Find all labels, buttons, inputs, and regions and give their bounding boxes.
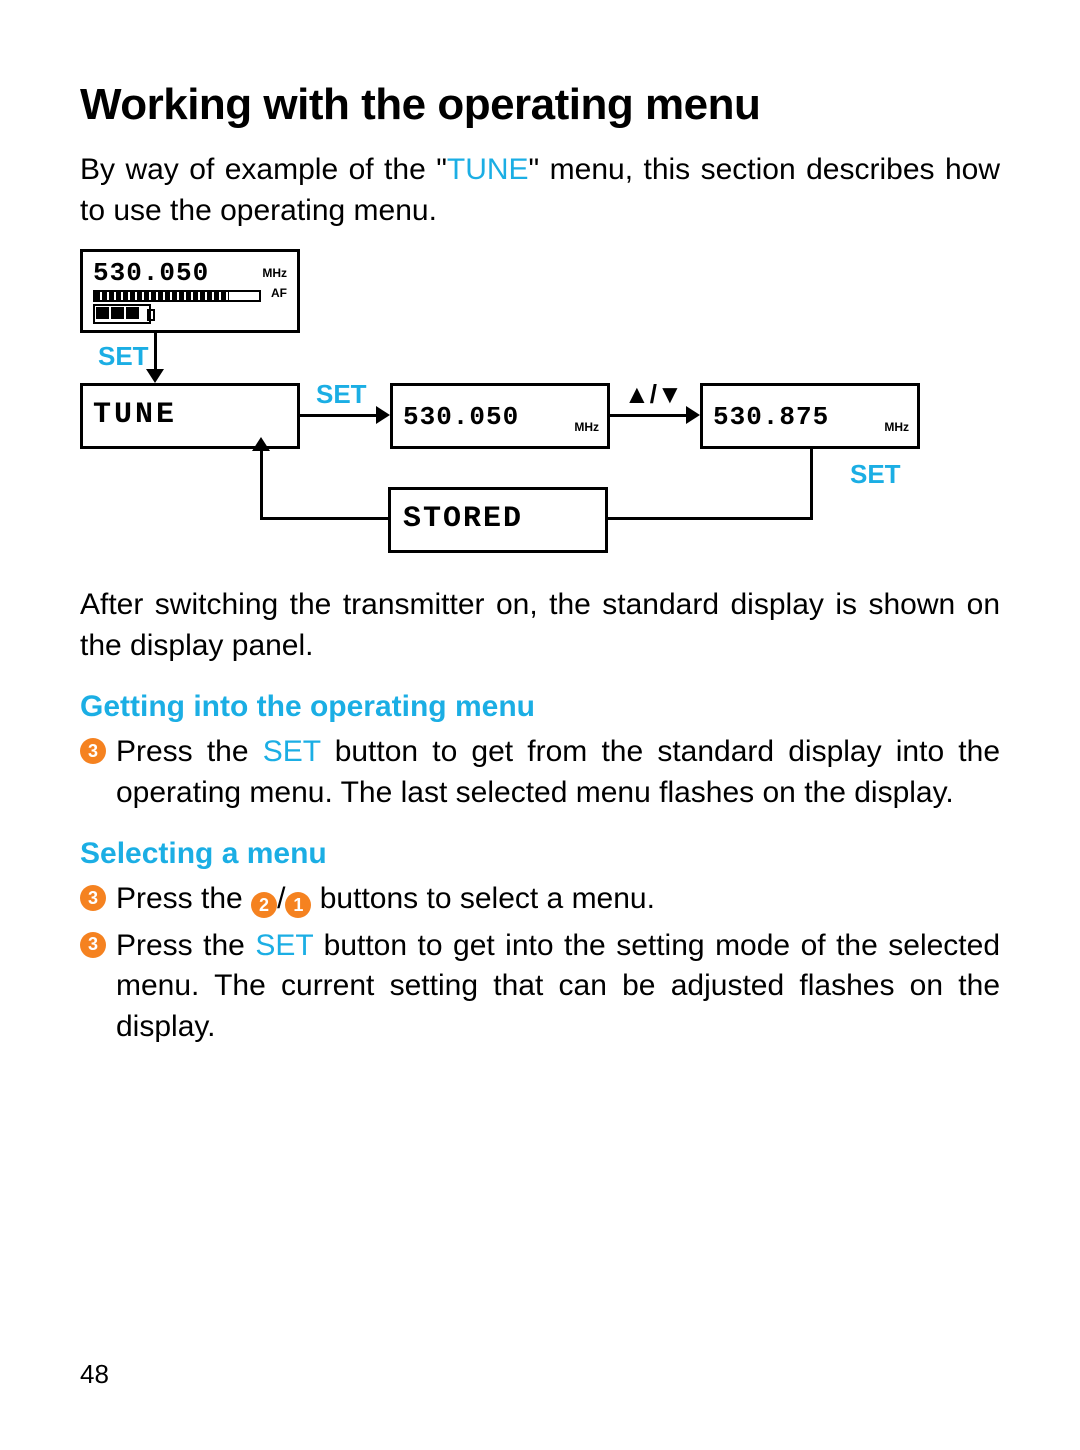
- step-badge-3: 3: [80, 738, 106, 764]
- diagram-top-unit: MHz: [262, 266, 287, 280]
- section2-step1: 3 Press the 2/1 buttons to select a menu…: [80, 879, 1000, 920]
- s2a-slash: /: [277, 882, 285, 915]
- s2b-pre: Press the: [116, 929, 255, 962]
- s1-pre: Press the: [116, 735, 263, 768]
- diagram-stored-box: STORED: [388, 487, 608, 553]
- s2a-pre: Press the: [116, 882, 251, 915]
- diagram-freq1-box: 530.050 MHz: [390, 383, 610, 449]
- diagram-standard-display: 530.050 MHz AF: [80, 249, 300, 333]
- intro-paragraph: By way of example of the "TUNE" menu, th…: [80, 150, 1000, 231]
- diagram-stored-text: STORED: [403, 502, 523, 536]
- diagram-tune-text: TUNE: [93, 398, 177, 432]
- s2a-post: buttons to select a menu.: [311, 882, 655, 915]
- section2-heading: Selecting a menu: [80, 837, 1000, 871]
- diagram-set-label-3: SET: [850, 459, 901, 490]
- page-number: 48: [80, 1359, 109, 1390]
- diagram-freq2-box: 530.875 MHz: [700, 383, 920, 449]
- diagram-freq2: 530.875: [713, 402, 829, 432]
- diagram-battery-icon: [93, 304, 151, 324]
- diagram-af-label: AF: [271, 286, 287, 300]
- s1-set: SET: [263, 735, 321, 768]
- section2-step2: 3 Press the SET button to get into the s…: [80, 926, 1000, 1048]
- diagram-set-label-2: SET: [316, 379, 367, 410]
- step-badge-3c: 3: [80, 932, 106, 958]
- diagram-freq2-unit: MHz: [884, 420, 909, 434]
- diagram-updown-label: ▲/▼: [624, 379, 683, 410]
- page-title: Working with the operating menu: [80, 80, 1000, 130]
- intro-tune: TUNE: [447, 153, 529, 186]
- intro-pre: By way of example of the ": [80, 153, 447, 186]
- inline-badge-1: 1: [285, 892, 311, 918]
- step-badge-3b: 3: [80, 885, 106, 911]
- after-diagram-paragraph: After switching the transmitter on, the …: [80, 585, 1000, 666]
- diagram-freq1-unit: MHz: [574, 420, 599, 434]
- diagram-top-freq: 530.050: [93, 258, 209, 288]
- section1-heading: Getting into the operating menu: [80, 690, 1000, 724]
- operating-menu-diagram: 530.050 MHz AF SET TUNE SET 530.050 MHz: [80, 249, 1000, 559]
- diagram-set-label-1: SET: [98, 341, 149, 372]
- s2b-set: SET: [255, 929, 313, 962]
- diagram-af-bar: [93, 290, 261, 302]
- section1-step: 3 Press the SET button to get from the s…: [80, 732, 1000, 813]
- diagram-freq1: 530.050: [403, 402, 519, 432]
- inline-badge-2: 2: [251, 892, 277, 918]
